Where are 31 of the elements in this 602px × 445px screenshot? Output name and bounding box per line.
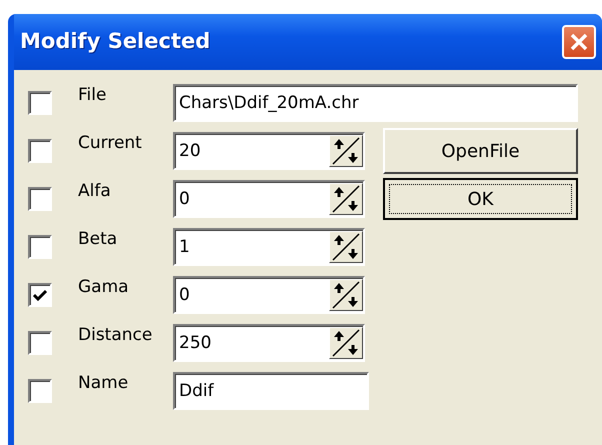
- window-title: Modify Selected: [20, 28, 210, 56]
- checkbox[interactable]: [28, 283, 52, 307]
- spin-arrows-icon: [330, 280, 362, 310]
- checkbox[interactable]: [28, 379, 52, 403]
- checkbox[interactable]: [28, 91, 52, 115]
- field-label: File: [78, 84, 108, 107]
- dialog-button[interactable]: OK: [383, 178, 578, 220]
- field-label: Name: [78, 372, 130, 395]
- field-label: Alfa: [78, 180, 112, 203]
- dialog-button[interactable]: OpenFile: [383, 128, 578, 174]
- checkbox[interactable]: [28, 331, 52, 355]
- check-icon: [33, 289, 47, 301]
- spin-arrows-icon: [330, 232, 362, 262]
- close-button[interactable]: [562, 25, 596, 59]
- checkbox[interactable]: [28, 235, 52, 259]
- spin-button[interactable]: [329, 279, 363, 311]
- spin-button[interactable]: [329, 135, 363, 167]
- field-label: Gama: [78, 276, 130, 299]
- spin-arrows-icon: [330, 184, 362, 214]
- text-field[interactable]: Ddif: [173, 372, 369, 410]
- spin-arrows-icon: [330, 328, 362, 358]
- spin-button[interactable]: [329, 231, 363, 263]
- spin-button[interactable]: [329, 327, 363, 359]
- field-label: Beta: [78, 228, 118, 251]
- field-label: Distance: [78, 324, 154, 347]
- text-field[interactable]: Chars\Ddif_20mA.chr: [173, 84, 578, 122]
- checkbox[interactable]: [28, 187, 52, 211]
- checkbox[interactable]: [28, 139, 52, 163]
- field-label: Current: [78, 132, 143, 155]
- spin-arrows-icon: [330, 136, 362, 166]
- spin-button[interactable]: [329, 183, 363, 215]
